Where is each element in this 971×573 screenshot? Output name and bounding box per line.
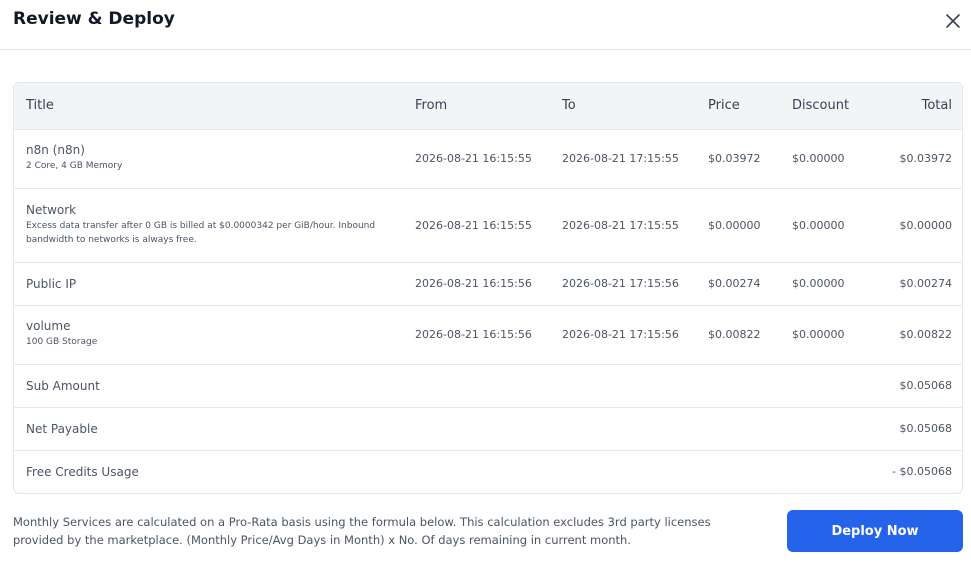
row-from: 2026-08-21 16:15:55 (403, 129, 550, 189)
row-discount: $0.00000 (780, 188, 868, 263)
row-to: 2026-08-21 17:15:56 (550, 305, 696, 365)
column-header-discount: Discount (780, 83, 868, 130)
summary-label: Free Credits Usage (14, 450, 868, 493)
modal-title: Review & Deploy (13, 9, 175, 29)
summary-label-text: Net Payable (26, 421, 98, 436)
row-title: volume (26, 319, 71, 334)
summary-label-text: Free Credits Usage (26, 464, 139, 479)
summary-row-sub-amount: Sub Amount $0.05068 (14, 364, 962, 408)
row-total: $0.00822 (868, 305, 962, 365)
summary-value: - $0.05068 (892, 465, 952, 479)
summary-value: $0.05068 (868, 407, 962, 451)
summary-label-text: Sub Amount (26, 378, 100, 393)
row-price: $0.00822 (696, 305, 780, 365)
summary-value: $0.05068 (868, 364, 962, 408)
row-title: Network (26, 203, 77, 218)
summary-row-free-credits: Free Credits Usage - $0.05068 (14, 450, 962, 493)
row-subtitle: 2 Core, 4 GB Memory (26, 161, 123, 172)
row-title-cell: Network Excess data transfer after 0 GB … (14, 188, 403, 263)
row-from: 2026-08-21 16:15:56 (403, 262, 550, 306)
row-discount: $0.00000 (780, 129, 868, 189)
pro-rata-note: Monthly Services are calculated on a Pro… (13, 515, 711, 547)
modal-header: Review & Deploy (0, 0, 971, 50)
row-subtitle: Excess data transfer after 0 GB is bille… (26, 221, 376, 245)
column-header-to: To (550, 83, 696, 130)
row-title-cell: n8n (n8n) 2 Core, 4 GB Memory (14, 129, 403, 189)
column-header-title: Title (14, 83, 403, 130)
row-to: 2026-08-21 17:15:56 (550, 262, 696, 306)
row-title: Public IP (26, 276, 77, 291)
row-title-cell: Public IP (14, 262, 403, 306)
close-icon-glyph (946, 14, 960, 28)
deploy-now-button[interactable]: Deploy Now (787, 510, 963, 552)
summary-row-net-payable: Net Payable $0.05068 (14, 407, 962, 451)
row-total: $0.00274 (868, 262, 962, 306)
row-discount: $0.00000 (780, 305, 868, 365)
row-price: $0.00000 (696, 188, 780, 263)
row-total: $0.00000 (868, 188, 962, 263)
table-row: n8n (n8n) 2 Core, 4 GB Memory 2026-08-21… (14, 129, 962, 189)
row-title-cell: volume 100 GB Storage (14, 305, 403, 365)
row-discount: $0.00000 (780, 262, 868, 306)
summary-label: Sub Amount (14, 364, 868, 408)
column-header-from: From (403, 83, 550, 130)
billing-table: Title From To Price Discount Total n8n (… (13, 82, 963, 494)
table-header-row: Title From To Price Discount Total (14, 83, 962, 130)
row-to: 2026-08-21 17:15:55 (550, 129, 696, 189)
row-total: $0.03972 (868, 129, 962, 189)
row-subtitle: 100 GB Storage (26, 337, 98, 348)
row-from: 2026-08-21 16:15:56 (403, 305, 550, 365)
column-header-price: Price (696, 83, 780, 130)
summary-label: Net Payable (14, 407, 868, 451)
column-header-total: Total (868, 83, 962, 130)
row-to: 2026-08-21 17:15:55 (550, 188, 696, 263)
table-row: Network Excess data transfer after 0 GB … (14, 188, 962, 263)
row-price: $0.03972 (696, 129, 780, 189)
table-row: volume 100 GB Storage 2026-08-21 16:15:5… (14, 305, 962, 365)
table-row: Public IP 2026-08-21 16:15:56 2026-08-21… (14, 262, 962, 306)
row-from: 2026-08-21 16:15:55 (403, 188, 550, 263)
row-title: n8n (n8n) (26, 143, 85, 158)
row-price: $0.00274 (696, 262, 780, 306)
close-icon[interactable] (943, 11, 963, 31)
